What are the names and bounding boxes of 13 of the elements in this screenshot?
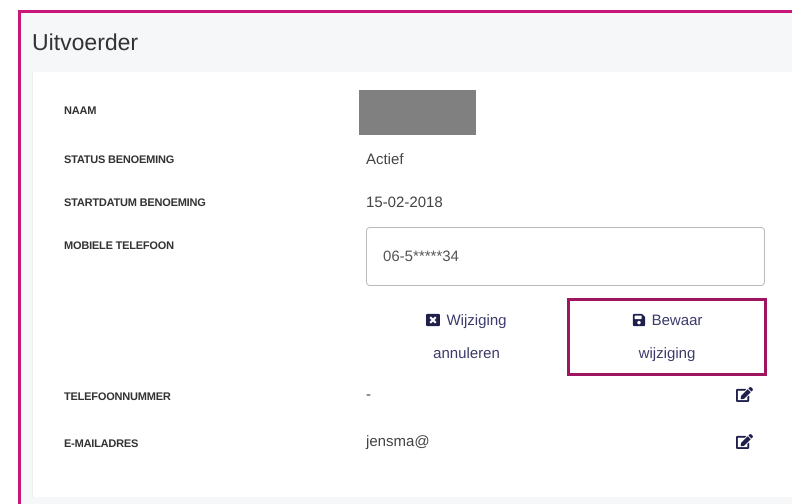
field-value: jensma@ [366, 433, 430, 450]
panel-title: Uitvoerder [32, 28, 140, 57]
field-value: Actief [366, 150, 405, 168]
field-label: STATUS BENOEMING [64, 153, 176, 166]
field-label: E-MAILADRES [64, 437, 140, 450]
phone-input[interactable]: 06-5*****34 [366, 227, 765, 286]
field-label: STARTDATUM BENOEMING [64, 196, 207, 209]
field-label: TELEFOONNUMMER [64, 390, 172, 403]
save-button[interactable]: Bewaar wijziging [567, 298, 767, 376]
field-label: NAAM [64, 104, 98, 117]
field-value: - [366, 386, 371, 403]
field-value: 15-02-2018 [366, 193, 444, 211]
field-label: MOBIELE TELEFOON [64, 239, 175, 252]
